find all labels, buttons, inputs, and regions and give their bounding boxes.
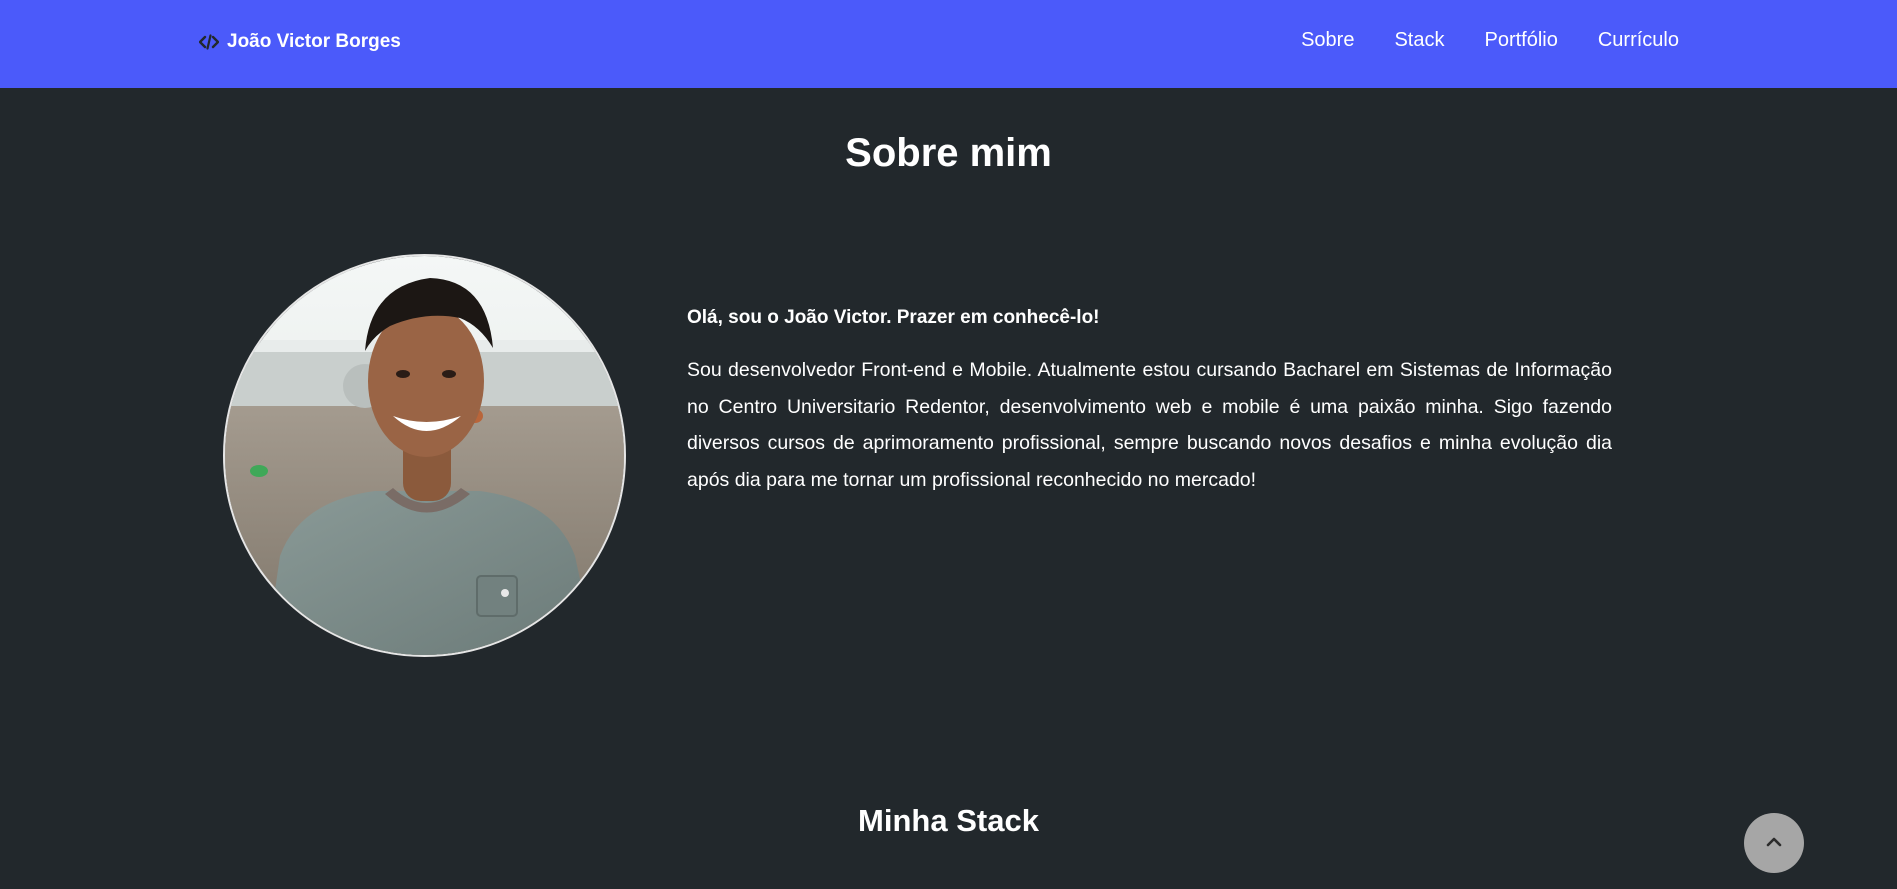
code-icon [199, 34, 219, 50]
back-to-top-button[interactable] [1744, 813, 1804, 873]
top-navbar: João Victor Borges Sobre Stack Portfólio… [0, 0, 1897, 88]
chevron-up-icon [1766, 834, 1782, 852]
profile-photo [223, 254, 626, 657]
about-text-block: Olá, sou o João Victor. Prazer em conhec… [687, 306, 1612, 498]
about-greeting: Olá, sou o João Victor. Prazer em conhec… [687, 307, 1100, 328]
brand-link[interactable]: João Victor Borges [199, 31, 401, 53]
brand-name: João Victor Borges [227, 31, 401, 52]
nav-link-portfolio[interactable]: Portfólio [1484, 29, 1557, 52]
nav-link-stack[interactable]: Stack [1394, 29, 1444, 52]
stack-section-title: Minha Stack [858, 803, 1039, 838]
nav-link-sobre[interactable]: Sobre [1301, 29, 1354, 52]
nav-menu: Sobre Stack Portfólio Currículo [1301, 29, 1679, 52]
nav-link-curriculo[interactable]: Currículo [1598, 29, 1679, 52]
about-description: Sou desenvolvedor Front-end e Mobile. At… [687, 359, 1612, 491]
about-section-title: Sobre mim [845, 131, 1052, 175]
